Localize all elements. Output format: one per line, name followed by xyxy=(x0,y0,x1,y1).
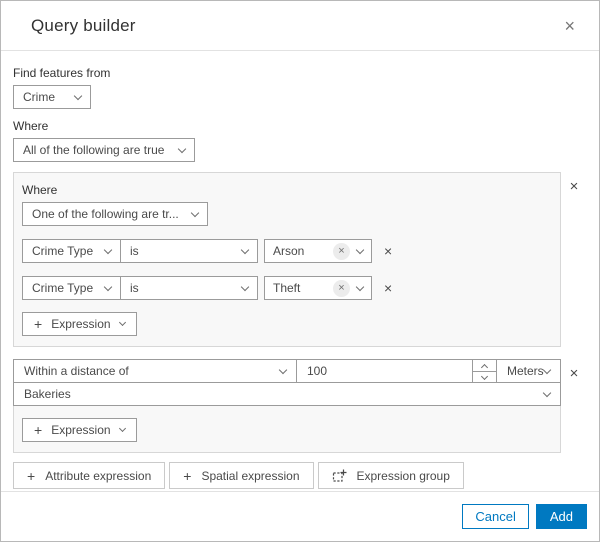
chevron-down-icon xyxy=(190,208,200,217)
dialog-footer: Cancel Add xyxy=(1,491,599,541)
plus-icon: + xyxy=(27,467,36,484)
where-operator-select[interactable]: All of the following are true xyxy=(13,138,195,162)
chevron-down-icon xyxy=(355,245,365,254)
chevron-down-icon xyxy=(103,245,113,254)
add-expression-button[interactable]: + Expression xyxy=(22,418,137,442)
value-combobox[interactable]: Arson × xyxy=(264,239,372,263)
remove-group-icon[interactable]: × xyxy=(561,179,587,194)
add-button[interactable]: Add xyxy=(535,504,587,529)
chevron-down-icon xyxy=(240,282,250,291)
spatial-mode-select[interactable]: Within a distance of xyxy=(13,359,297,383)
chevron-down-icon xyxy=(177,144,187,153)
group1-operator-select[interactable]: One of the following are tr... xyxy=(22,202,208,226)
chevron-down-icon xyxy=(103,282,113,291)
target-layer-select[interactable]: Bakeries xyxy=(13,382,561,406)
group1-operator-value: One of the following are tr... xyxy=(32,207,179,221)
close-icon[interactable]: × xyxy=(560,15,579,37)
condition-row: Crime Type is Theft × × xyxy=(22,276,552,300)
add-expression-label: Expression xyxy=(51,317,111,331)
query-builder-dialog: Query builder × Find features from Crime… xyxy=(0,0,600,542)
operator-select[interactable]: is xyxy=(120,276,258,300)
cancel-button[interactable]: Cancel xyxy=(462,504,529,529)
attribute-expression-label: Attribute expression xyxy=(45,468,152,483)
chevron-down-icon xyxy=(542,388,552,397)
dialog-title: Query builder xyxy=(31,15,136,35)
add-expression-label: Expression xyxy=(51,423,111,437)
expression-group-label: Expression group xyxy=(356,468,450,483)
plus-icon: + xyxy=(34,422,43,438)
layer-select[interactable]: Crime xyxy=(13,85,91,109)
expression-group-2: Within a distance of Meters xyxy=(13,359,561,453)
distance-input[interactable] xyxy=(297,360,472,382)
expression-group-1: Where One of the following are tr... Cri… xyxy=(13,172,561,347)
unit-select-value: Meters xyxy=(507,364,544,378)
condition-row: Crime Type is Arson × × xyxy=(22,239,552,263)
remove-condition-icon[interactable]: × xyxy=(384,281,392,295)
add-expression-button[interactable]: + Expression xyxy=(22,312,137,336)
remove-group-icon[interactable]: × xyxy=(561,366,587,381)
expression-group-icon xyxy=(332,468,347,483)
clear-value-icon[interactable]: × xyxy=(333,279,350,297)
dialog-header: Query builder × xyxy=(1,1,599,51)
value-combobox[interactable]: Theft × xyxy=(264,276,372,300)
add-spatial-expression-button[interactable]: + Spatial expression xyxy=(169,462,314,489)
chevron-down-icon xyxy=(355,282,365,291)
chevron-down-icon xyxy=(278,365,288,374)
chevron-down-icon xyxy=(73,91,83,100)
value-chip-label: Arson xyxy=(273,244,305,258)
chevron-down-icon xyxy=(118,424,126,433)
operator-select-value: is xyxy=(130,281,139,295)
plus-icon: + xyxy=(183,467,192,484)
stepper-down-icon[interactable] xyxy=(473,371,496,382)
operator-select-value: is xyxy=(130,244,139,258)
dialog-body: Find features from Crime Where All of th… xyxy=(1,51,599,491)
distance-field xyxy=(296,359,497,383)
number-stepper xyxy=(472,360,496,382)
chevron-down-icon xyxy=(542,365,552,374)
operator-select[interactable]: is xyxy=(120,239,258,263)
where-label: Where xyxy=(13,119,49,133)
remove-condition-icon[interactable]: × xyxy=(384,244,392,258)
chevron-down-icon xyxy=(118,318,126,327)
expression-actions: + Attribute expression + Spatial express… xyxy=(13,462,587,489)
stepper-up-icon[interactable] xyxy=(473,360,496,371)
layer-select-value: Crime xyxy=(23,90,55,104)
spatial-expression-label: Spatial expression xyxy=(201,468,300,483)
target-layer-value: Bakeries xyxy=(24,387,71,401)
where-operator-value: All of the following are true xyxy=(23,143,165,157)
clear-value-icon[interactable]: × xyxy=(333,242,350,260)
find-features-label: Find features from xyxy=(13,66,111,80)
value-chip-label: Theft xyxy=(273,281,301,295)
field-select-value: Crime Type xyxy=(32,281,94,295)
field-select[interactable]: Crime Type xyxy=(22,276,121,300)
spatial-mode-value: Within a distance of xyxy=(24,364,129,378)
add-attribute-expression-button[interactable]: + Attribute expression xyxy=(13,462,166,489)
field-select-value: Crime Type xyxy=(32,244,94,258)
unit-select[interactable]: Meters xyxy=(496,359,561,383)
plus-icon: + xyxy=(34,316,43,332)
field-select[interactable]: Crime Type xyxy=(22,239,121,263)
group1-where-label: Where xyxy=(22,183,58,197)
add-expression-group-button[interactable]: Expression group xyxy=(317,462,464,489)
chevron-down-icon xyxy=(240,245,250,254)
